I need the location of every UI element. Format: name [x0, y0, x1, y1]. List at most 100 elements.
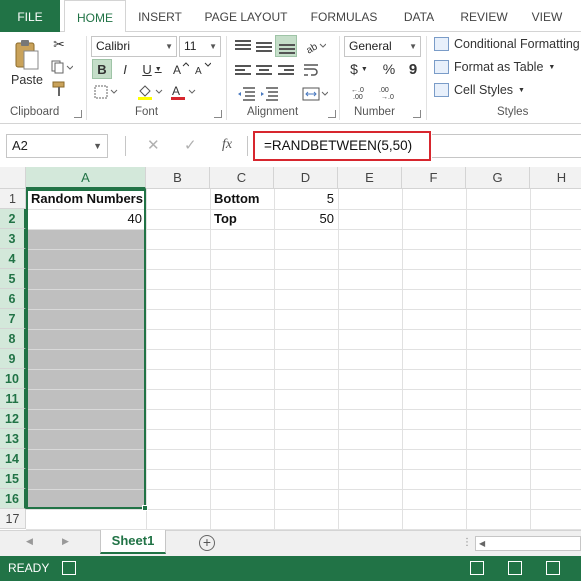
sheet-nav-right-icon[interactable]: ▶: [62, 536, 69, 547]
tab-insert[interactable]: INSERT: [128, 0, 192, 32]
tab-view[interactable]: VIEW: [524, 0, 570, 32]
tab-formulas[interactable]: FORMULAS: [302, 0, 386, 32]
align-center-icon[interactable]: [256, 65, 272, 77]
row-header-4[interactable]: 4: [0, 249, 26, 269]
sheet-nav-left-icon[interactable]: ◀: [26, 536, 33, 547]
row-header-11[interactable]: 11: [0, 389, 26, 409]
fill-handle[interactable]: [142, 505, 148, 511]
tab-review[interactable]: REVIEW: [452, 0, 516, 32]
cell-d1[interactable]: 5: [274, 189, 338, 209]
row-header-5[interactable]: 5: [0, 269, 26, 289]
font-launcher-icon[interactable]: [214, 110, 222, 118]
page-break-view-icon[interactable]: [546, 561, 560, 575]
formula-input[interactable]: =RANDBETWEEN(5,50): [253, 131, 431, 161]
number-format-dropdown[interactable]: General ▼: [344, 36, 421, 57]
row-header-10[interactable]: 10: [0, 369, 26, 389]
decrease-decimal-icon[interactable]: .00 →.0: [378, 82, 402, 102]
align-bottom-button[interactable]: [275, 35, 297, 57]
alignment-launcher-icon[interactable]: [328, 110, 336, 118]
format-painter-icon[interactable]: [49, 80, 69, 98]
chevron-down-icon: ▼: [165, 42, 173, 51]
italic-button[interactable]: I: [115, 59, 135, 79]
row-header-3[interactable]: 3: [0, 229, 26, 249]
align-right-icon[interactable]: [278, 65, 294, 77]
bold-button[interactable]: B: [92, 59, 112, 79]
font-family-dropdown[interactable]: Calibri ▼: [91, 36, 177, 57]
row-header-15[interactable]: 15: [0, 469, 26, 489]
formula-input-extension[interactable]: [432, 134, 581, 158]
macro-record-icon[interactable]: [62, 561, 76, 575]
currency-button[interactable]: $ ▼: [345, 59, 373, 79]
copy-icon[interactable]: [49, 58, 75, 76]
scroll-left-icon[interactable]: ◀: [479, 537, 485, 550]
increase-indent-icon[interactable]: [258, 84, 280, 104]
horizontal-scrollbar[interactable]: ◀: [475, 536, 581, 551]
clipboard-launcher-icon[interactable]: [74, 110, 82, 118]
tab-data[interactable]: DATA: [392, 0, 446, 32]
column-header-a[interactable]: A: [26, 167, 146, 189]
format-as-table-button[interactable]: Format as Table ▼: [434, 60, 555, 74]
row-header-12[interactable]: 12: [0, 409, 26, 429]
borders-icon[interactable]: [92, 82, 120, 102]
cancel-icon[interactable]: ✕: [147, 136, 160, 154]
name-box[interactable]: A2 ▼: [6, 134, 108, 158]
column-header-e[interactable]: E: [338, 167, 402, 189]
merge-center-icon[interactable]: [300, 84, 330, 104]
orientation-icon[interactable]: ab: [302, 36, 328, 56]
tab-file[interactable]: FILE: [0, 0, 60, 32]
fill-color-icon[interactable]: [135, 82, 165, 102]
font-size-dropdown[interactable]: 11 ▼: [179, 36, 221, 57]
number-launcher-icon[interactable]: [413, 110, 421, 118]
align-top-icon[interactable]: [235, 40, 251, 52]
increase-decimal-icon[interactable]: ←.0.00: [350, 82, 374, 102]
underline-button[interactable]: U ▼: [138, 59, 166, 79]
comma-style-button[interactable]: 9: [404, 59, 422, 79]
row-header-2[interactable]: 2: [0, 209, 26, 229]
tab-page-layout[interactable]: PAGE LAYOUT: [196, 0, 296, 32]
row-header-17[interactable]: 17: [0, 509, 26, 529]
svg-text:A: A: [173, 63, 181, 76]
insert-function-icon[interactable]: fx: [222, 137, 232, 153]
row-header-1[interactable]: 1: [0, 189, 26, 209]
column-header-f[interactable]: F: [402, 167, 466, 189]
font-color-icon[interactable]: A: [168, 82, 198, 102]
page-layout-view-icon[interactable]: [508, 561, 522, 575]
worksheet-grid[interactable]: A B C D E F G H 1 2 3 4 5 6 7 8 9 10 11 …: [0, 167, 581, 530]
row-header-8[interactable]: 8: [0, 329, 26, 349]
cell-c1[interactable]: Bottom: [210, 189, 274, 209]
row-header-6[interactable]: 6: [0, 289, 26, 309]
shrink-font-icon[interactable]: A: [194, 59, 212, 79]
chevron-down-icon: ▼: [518, 86, 525, 94]
row-header-14[interactable]: 14: [0, 449, 26, 469]
chevron-down-icon: ▼: [154, 65, 162, 73]
sheet-tab-sheet1[interactable]: Sheet1: [100, 530, 166, 554]
conditional-formatting-button[interactable]: Conditional Formatting: [434, 37, 580, 51]
tab-home[interactable]: HOME: [64, 0, 126, 33]
column-header-g[interactable]: G: [466, 167, 530, 189]
row-header-7[interactable]: 7: [0, 309, 26, 329]
enter-icon[interactable]: ✓: [184, 136, 197, 154]
select-all-corner[interactable]: [0, 167, 26, 189]
normal-view-icon[interactable]: [470, 561, 484, 575]
column-header-d[interactable]: D: [274, 167, 338, 189]
decrease-indent-icon[interactable]: [235, 84, 257, 104]
row-header-9[interactable]: 9: [0, 349, 26, 369]
row-header-16[interactable]: 16: [0, 489, 26, 509]
percent-button[interactable]: %: [380, 59, 398, 79]
wrap-text-icon[interactable]: [302, 60, 320, 80]
cell-styles-button[interactable]: Cell Styles ▼: [434, 83, 525, 97]
row-header-13[interactable]: 13: [0, 429, 26, 449]
column-header-b[interactable]: B: [146, 167, 210, 189]
cell-c2[interactable]: Top: [210, 209, 274, 229]
paste-button[interactable]: [12, 38, 42, 72]
cut-icon[interactable]: ✂: [49, 35, 69, 53]
cell-d2[interactable]: 50: [274, 209, 338, 229]
column-header-h[interactable]: H: [530, 167, 581, 189]
align-left-icon[interactable]: [235, 65, 251, 77]
column-header-c[interactable]: C: [210, 167, 274, 189]
grow-font-icon[interactable]: A: [172, 59, 190, 79]
align-middle-icon[interactable]: [256, 40, 272, 52]
svg-text:.00: .00: [379, 87, 389, 94]
tab-splitter-icon[interactable]: ⋮: [462, 537, 472, 548]
add-sheet-icon[interactable]: +: [199, 535, 215, 551]
